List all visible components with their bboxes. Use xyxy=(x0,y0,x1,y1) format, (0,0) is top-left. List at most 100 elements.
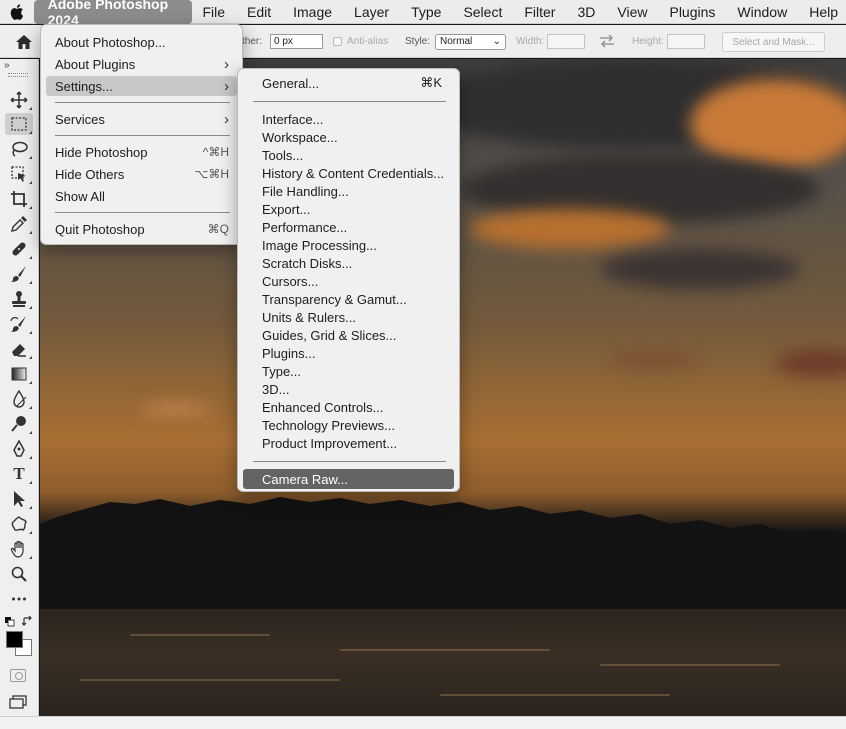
menu-item-about-photoshop[interactable]: About Photoshop... xyxy=(46,32,237,52)
path-selection-icon[interactable] xyxy=(5,488,33,510)
foreground-color-swatch[interactable] xyxy=(6,631,23,648)
menu-item-label: Camera Raw... xyxy=(262,471,348,487)
menu-3d[interactable]: 3D xyxy=(569,0,603,24)
style-select[interactable]: Normal ⌄ xyxy=(435,34,506,50)
menu-item-quit-photoshop[interactable]: Quit Photoshop ⌘Q xyxy=(46,219,237,239)
treeline xyxy=(40,497,846,629)
width-input[interactable] xyxy=(547,34,585,49)
gradient-icon[interactable] xyxy=(5,363,33,385)
anti-alias-label: Anti-alias xyxy=(347,36,389,47)
quick-mask-icon[interactable] xyxy=(10,669,26,682)
home-icon[interactable] xyxy=(12,31,36,53)
rectangular-marquee-icon[interactable] xyxy=(5,113,33,135)
menu-separator xyxy=(253,461,446,462)
menu-item-scratch-disks[interactable]: Scratch Disks... xyxy=(243,253,454,273)
menu-item-enhanced-controls[interactable]: Enhanced Controls... xyxy=(243,397,454,417)
height-input[interactable] xyxy=(667,34,705,49)
menu-item-label: About Photoshop... xyxy=(55,34,166,50)
pen-icon[interactable] xyxy=(5,438,33,460)
menu-window[interactable]: Window xyxy=(729,0,795,24)
menu-item-type-settings[interactable]: Type... xyxy=(243,361,454,381)
cloud xyxy=(600,249,800,289)
menu-item-3d-settings[interactable]: 3D... xyxy=(243,379,454,399)
menu-item-interface[interactable]: Interface... xyxy=(243,109,454,129)
menu-item-settings[interactable]: Settings... › xyxy=(46,76,237,96)
menu-item-performance[interactable]: Performance... xyxy=(243,217,454,237)
dodge-icon[interactable] xyxy=(5,413,33,435)
cloud xyxy=(610,354,700,366)
style-label: Style: xyxy=(405,36,431,47)
menu-separator xyxy=(55,212,230,213)
menu-item-label: Type... xyxy=(262,363,302,379)
water-ripple xyxy=(340,649,550,651)
menu-help[interactable]: Help xyxy=(801,0,846,24)
more-tools-icon[interactable] xyxy=(5,588,33,610)
brush-icon[interactable] xyxy=(5,263,33,285)
menu-item-product-improvement[interactable]: Product Improvement... xyxy=(243,433,454,453)
menu-bar: Adobe Photoshop 2024 File Edit Image Lay… xyxy=(0,0,846,28)
move-icon[interactable] xyxy=(5,89,33,111)
eyedropper-icon[interactable] xyxy=(5,213,33,235)
menu-image[interactable]: Image xyxy=(285,0,340,24)
spot-healing-icon[interactable] xyxy=(5,238,33,260)
menu-app-name[interactable]: Adobe Photoshop 2024 xyxy=(33,0,193,28)
cloud xyxy=(775,349,846,377)
object-selection-icon[interactable] xyxy=(5,163,33,185)
menu-item-label: Hide Others xyxy=(55,166,125,182)
menu-item-units-rulers[interactable]: Units & Rulers... xyxy=(243,307,454,327)
menu-file[interactable]: File xyxy=(194,0,233,24)
menu-item-hide-photoshop[interactable]: Hide Photoshop ^⌘H xyxy=(46,142,237,162)
swap-arrows-icon[interactable] xyxy=(598,33,616,49)
menu-item-show-all[interactable]: Show All xyxy=(46,186,237,206)
menu-item-technology-previews[interactable]: Technology Previews... xyxy=(243,415,454,435)
clone-stamp-icon[interactable] xyxy=(5,288,33,310)
feather-input[interactable]: 0 px xyxy=(270,34,323,49)
menu-item-about-plugins[interactable]: About Plugins › xyxy=(46,54,237,74)
collapse-panel-icon[interactable]: » xyxy=(4,60,9,71)
custom-shape-icon[interactable] xyxy=(5,513,33,535)
eraser-icon[interactable] xyxy=(5,338,33,360)
select-and-mask-button[interactable]: Select and Mask... xyxy=(722,32,825,52)
menu-item-history-content-credentials[interactable]: History & Content Credentials... xyxy=(243,163,454,183)
menu-item-label: Image Processing... xyxy=(262,237,377,253)
menu-item-hide-others[interactable]: Hide Others ⌥⌘H xyxy=(46,164,237,184)
menu-item-plugins-settings[interactable]: Plugins... xyxy=(243,343,454,363)
menu-view[interactable]: View xyxy=(609,0,655,24)
menu-item-tools[interactable]: Tools... xyxy=(243,145,454,165)
color-swatches xyxy=(3,615,37,661)
history-brush-icon[interactable] xyxy=(5,313,33,335)
menu-plugins[interactable]: Plugins xyxy=(661,0,723,24)
apple-logo-icon[interactable] xyxy=(0,0,34,24)
lasso-icon[interactable] xyxy=(5,138,33,160)
menu-item-general[interactable]: General... ⌘K xyxy=(243,73,454,93)
menu-layer[interactable]: Layer xyxy=(346,0,397,24)
menu-item-camera-raw[interactable]: Camera Raw... xyxy=(243,469,454,489)
swap-colors-icon[interactable] xyxy=(22,616,33,627)
menu-item-label: History & Content Credentials... xyxy=(262,165,445,181)
hand-icon[interactable] xyxy=(5,538,33,560)
shortcut-label: ⌘K xyxy=(420,75,442,90)
menu-type[interactable]: Type xyxy=(403,0,449,24)
type-icon[interactable]: T xyxy=(5,463,33,485)
menu-filter[interactable]: Filter xyxy=(516,0,563,24)
panel-grip[interactable] xyxy=(8,73,28,77)
default-colors-icon[interactable] xyxy=(5,617,15,627)
zoom-icon[interactable] xyxy=(5,563,33,585)
menu-item-label: Quit Photoshop xyxy=(55,221,145,237)
anti-alias-checkbox[interactable] xyxy=(333,37,342,46)
menu-item-guides-grid-slices[interactable]: Guides, Grid & Slices... xyxy=(243,325,454,345)
menu-item-image-processing[interactable]: Image Processing... xyxy=(243,235,454,255)
menu-item-services[interactable]: Services › xyxy=(46,109,237,129)
menu-edit[interactable]: Edit xyxy=(239,0,279,24)
menu-select[interactable]: Select xyxy=(455,0,510,24)
menu-item-workspace[interactable]: Workspace... xyxy=(243,127,454,147)
menu-item-label: Performance... xyxy=(262,219,348,235)
blur-icon[interactable] xyxy=(5,388,33,410)
crop-icon[interactable] xyxy=(5,188,33,210)
menu-item-transparency-gamut[interactable]: Transparency & Gamut... xyxy=(243,289,454,309)
screen-mode-icon[interactable] xyxy=(9,695,27,709)
menu-item-export[interactable]: Export... xyxy=(243,199,454,219)
water-ripple xyxy=(80,679,340,681)
menu-item-file-handling[interactable]: File Handling... xyxy=(243,181,454,201)
menu-item-cursors[interactable]: Cursors... xyxy=(243,271,454,291)
